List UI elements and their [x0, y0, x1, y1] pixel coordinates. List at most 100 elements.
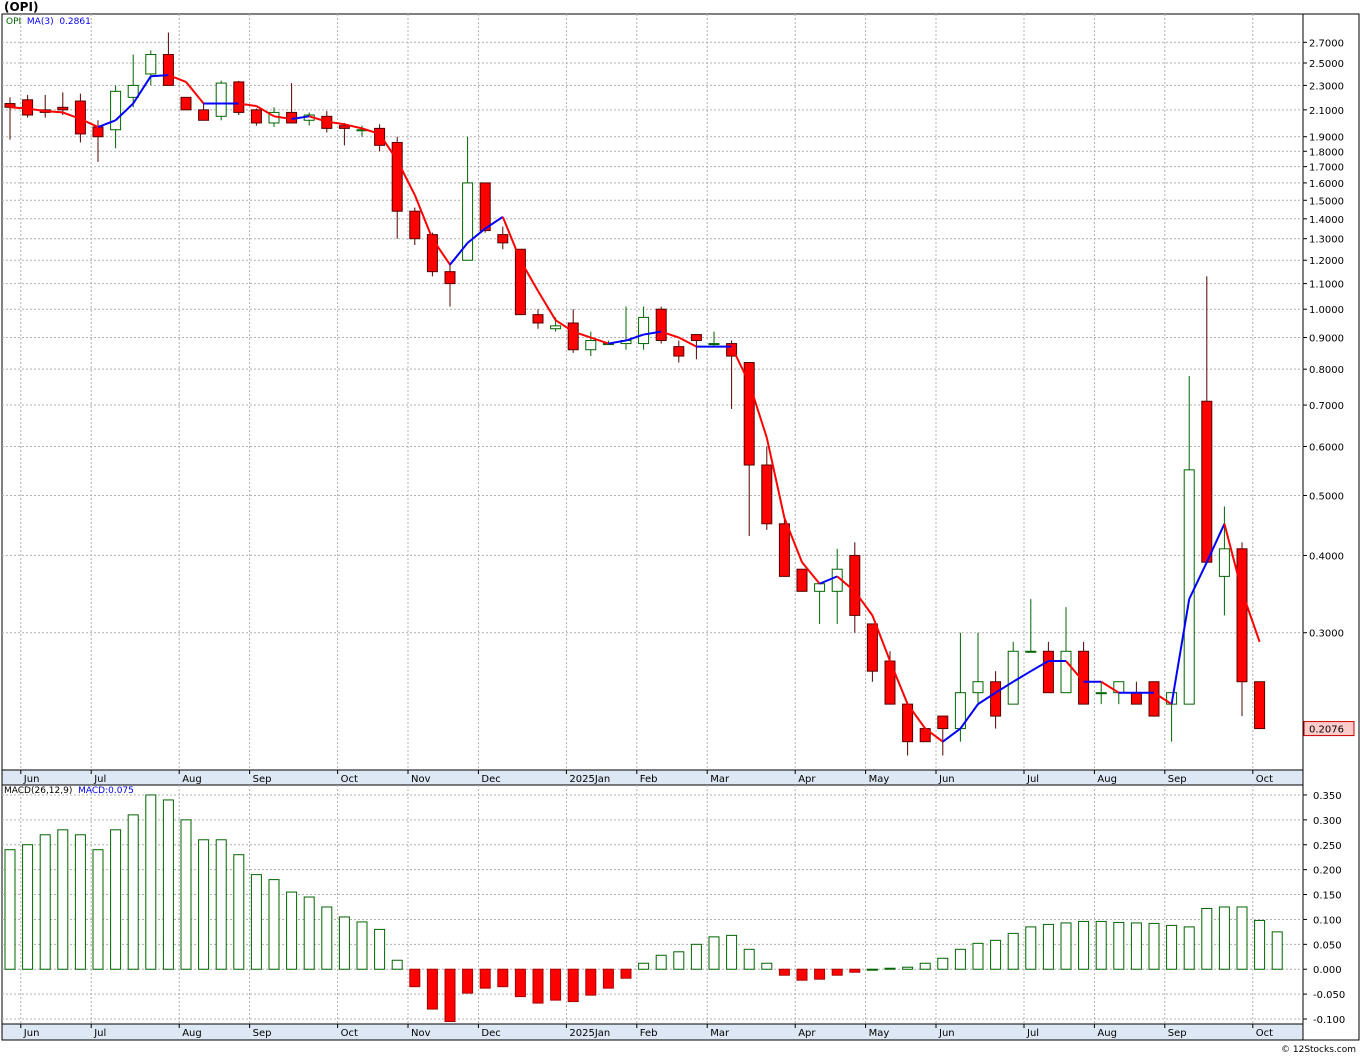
- macd-bar: [831, 968, 843, 976]
- x-tick-label: Jul: [1026, 774, 1039, 785]
- candle-body: [1130, 692, 1142, 705]
- macd-y-tick-label: 0.250: [1313, 841, 1342, 852]
- macd-bar: [567, 968, 579, 1003]
- y-tick-label: 1.0000: [1309, 305, 1344, 316]
- macd-bar: [550, 968, 562, 1001]
- macd-y-tick-label: 0.300: [1313, 816, 1342, 827]
- macd-bar: [708, 936, 720, 970]
- candle-body: [1095, 692, 1107, 695]
- macd-bar: [1183, 926, 1195, 970]
- y-tick-label: 1.4000: [1309, 215, 1344, 226]
- macd-bar: [602, 968, 614, 989]
- x-tick-label: Sep: [253, 774, 272, 785]
- candle-body: [532, 314, 544, 324]
- y-tick-label: 0.3000: [1309, 629, 1344, 640]
- candle-body: [145, 54, 157, 75]
- candle-body: [1254, 681, 1266, 730]
- macd-y-tick-label: -0.100: [1313, 1015, 1345, 1026]
- macd-bar: [902, 966, 914, 970]
- macd-bar: [1166, 924, 1178, 970]
- macd-bar: [497, 968, 509, 988]
- macd-bar: [954, 948, 966, 970]
- macd-bar: [286, 891, 298, 970]
- x-tick-label: Oct: [341, 774, 358, 785]
- macd-bar: [321, 906, 333, 970]
- macd-bar: [479, 968, 491, 989]
- macd-bar: [374, 928, 386, 970]
- y-tick-label: 1.2000: [1309, 256, 1344, 267]
- macd-bar: [57, 829, 69, 970]
- macd-bar: [268, 879, 280, 970]
- macd-bar: [972, 942, 984, 970]
- x-tick-label: Jun: [938, 774, 955, 785]
- x-tick-label: Jul: [1026, 1028, 1039, 1039]
- macd-bar: [409, 968, 421, 988]
- x-tick-label: Jul: [93, 774, 106, 785]
- macd-bar: [585, 968, 597, 996]
- x-tick-label: Oct: [1256, 1028, 1273, 1039]
- macd-y-tick-label: -0.050: [1313, 990, 1345, 1001]
- macd-bar: [1042, 923, 1054, 970]
- macd-bar: [180, 819, 192, 970]
- ma-value: 0.2861: [59, 17, 91, 27]
- macd-bar: [620, 968, 632, 979]
- y-tick-label: 2.1000: [1309, 106, 1344, 117]
- macd-bar: [215, 839, 227, 970]
- x-tick-label: Apr: [798, 774, 816, 785]
- macd-bar: [937, 957, 949, 970]
- x-tick-label: Apr: [798, 1028, 816, 1039]
- candle-body: [655, 308, 667, 342]
- macd-bar: [814, 968, 826, 980]
- macd-bar: [796, 968, 808, 981]
- macd-bar: [778, 968, 790, 976]
- candle-body: [990, 681, 1002, 717]
- x-tick-label: Dec: [481, 1028, 500, 1039]
- candle-body: [374, 127, 386, 146]
- y-tick-label: 1.3000: [1309, 235, 1344, 246]
- macd-y-tick-label: 0.150: [1313, 891, 1342, 902]
- x-tick-label: Aug: [1097, 774, 1117, 785]
- last-price-label: 0.2076: [1309, 725, 1344, 736]
- x-tick-label: Sep: [1168, 1028, 1187, 1039]
- price-legend: OPI MA(3) 0.2861: [6, 17, 91, 27]
- x-tick-label: Feb: [640, 1028, 658, 1039]
- x-tick-label: Sep: [253, 1028, 272, 1039]
- candle-body: [127, 84, 139, 98]
- x-tick-label: Aug: [182, 1028, 202, 1039]
- macd-bar: [866, 968, 878, 971]
- candle-body: [391, 141, 403, 212]
- macd-legend: MACD(26,12,9) MACD:0.075: [4, 786, 134, 796]
- macd-bar: [1148, 922, 1160, 970]
- macd-bar: [1078, 920, 1090, 970]
- y-tick-label: 1.5000: [1309, 196, 1344, 207]
- candle-body: [233, 81, 245, 113]
- macd-bar: [655, 954, 667, 970]
- y-tick-label: 1.7000: [1309, 163, 1344, 174]
- y-tick-label: 2.5000: [1309, 59, 1344, 70]
- y-tick-label: 2.7000: [1309, 38, 1344, 49]
- macd-y-tick-label: 0.100: [1313, 915, 1342, 926]
- candle-body: [162, 54, 174, 86]
- x-tick-label: Jun: [938, 1028, 955, 1039]
- candle-body: [57, 106, 69, 111]
- macd-bar: [127, 814, 139, 970]
- candle-body: [180, 96, 192, 111]
- macd-bar: [690, 943, 702, 970]
- x-tick-label: Jun: [23, 1028, 40, 1039]
- y-tick-label: 1.9000: [1309, 133, 1344, 144]
- macd-bar: [338, 916, 350, 970]
- macd-bar: [356, 921, 368, 970]
- y-tick-label: 0.9000: [1309, 334, 1344, 345]
- macd-bar: [919, 962, 931, 970]
- x-tick-label: Oct: [341, 1028, 358, 1039]
- macd-bar: [638, 962, 650, 970]
- candle-body: [198, 109, 210, 121]
- macd-bar: [761, 962, 773, 970]
- y-tick-label: 1.8000: [1309, 147, 1344, 158]
- ma-label: MA(3): [26, 17, 54, 27]
- candle-body: [814, 583, 826, 592]
- macd-y-tick-label: 0.350: [1313, 791, 1342, 802]
- macd-bar: [514, 968, 526, 998]
- macd-bar: [74, 834, 86, 970]
- macd-bar: [673, 951, 685, 970]
